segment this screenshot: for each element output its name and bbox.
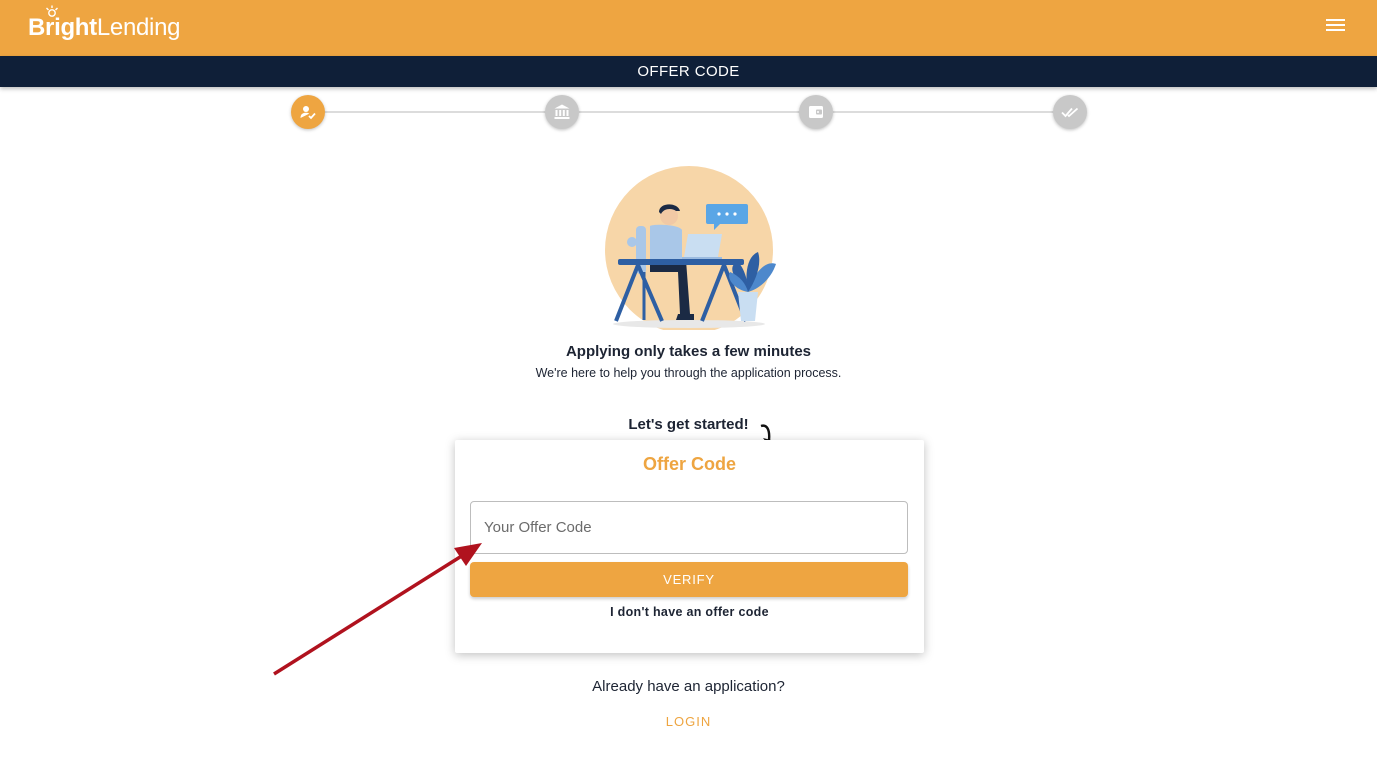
hamburger-menu-icon[interactable] — [1323, 16, 1347, 36]
step-connector — [325, 111, 546, 113]
already-have-application-text: Already have an application? — [592, 678, 785, 695]
offer-code-title: Offer Code — [642, 454, 736, 474]
get-started-text: Let's get started! — [628, 416, 749, 433]
annotation-arrow-icon — [273, 543, 482, 676]
step-wallet[interactable] — [799, 95, 833, 129]
step-connector — [833, 111, 1054, 113]
intro-headline: Applying only takes a few minutes — [565, 343, 812, 360]
offer-code-card: Offer Code VERIFY I don't have an offer … — [455, 440, 924, 653]
page-title: OFFER CODE — [0, 56, 1377, 87]
bank-icon — [554, 104, 570, 119]
verify-button[interactable]: VERIFY — [470, 562, 908, 597]
progress-stepper — [0, 95, 1377, 129]
top-navbar: BrightLending — [0, 0, 1377, 56]
no-offer-code-link[interactable]: I don't have an offer code — [455, 605, 924, 619]
person-check-icon — [300, 106, 316, 120]
logo-light-text: Lending — [96, 14, 181, 41]
login-link[interactable]: LOGIN — [0, 714, 1377, 729]
brand-logo[interactable]: BrightLending — [28, 14, 180, 42]
intro-subline: We're here to help you through the appli… — [535, 366, 842, 380]
wallet-icon — [809, 106, 823, 118]
step-personal-info[interactable] — [291, 95, 325, 129]
logo-bold-text: Bright — [28, 14, 97, 41]
double-check-icon — [1061, 107, 1079, 118]
step-bank[interactable] — [545, 95, 579, 129]
person-at-desk-illustration — [605, 166, 776, 330]
step-connector — [579, 111, 800, 113]
step-complete[interactable] — [1053, 95, 1087, 129]
offer-code-input[interactable] — [470, 501, 908, 554]
